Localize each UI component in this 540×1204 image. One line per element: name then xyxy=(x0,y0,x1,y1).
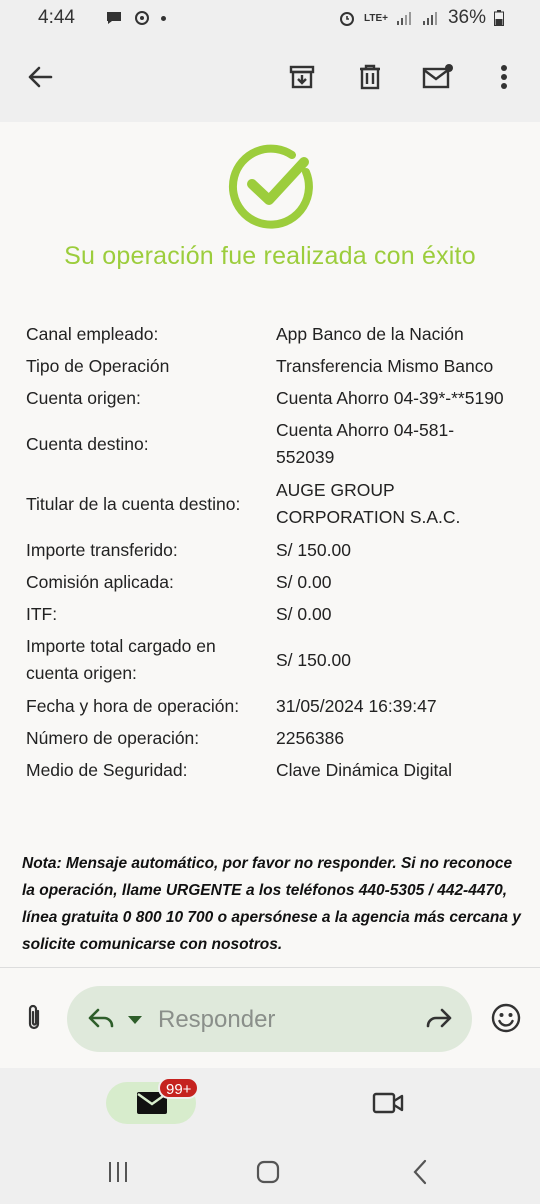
delete-button[interactable] xyxy=(348,55,392,99)
detail-value: S/ 0.00 xyxy=(276,571,332,592)
email-toolbar xyxy=(0,36,540,122)
detail-label: Importe transferido: xyxy=(26,539,178,560)
emoji-button[interactable] xyxy=(486,996,526,1040)
home-icon xyxy=(256,1160,280,1184)
detail-label: Cuenta destino: xyxy=(26,433,149,454)
signal-icon xyxy=(396,12,411,25)
detail-row: Titular de la cuenta destino: AUGE GROUP… xyxy=(26,474,526,534)
auto-message-note: Nota: Mensaje automático, por favor no r… xyxy=(22,855,521,953)
network-type: LTE+ xyxy=(363,12,388,24)
detail-row: Comisión aplicada: S/ 0.00 xyxy=(26,566,526,598)
detail-value: 2256386 xyxy=(276,727,345,748)
more-vert-icon xyxy=(501,65,507,89)
detail-label: Fecha y hora de operación: xyxy=(26,695,240,716)
detail-value: S/ 150.00 xyxy=(276,649,351,670)
detail-label: ITF: xyxy=(26,603,58,624)
email-body: Su operación fue realizada con éxito Can… xyxy=(0,122,540,968)
detail-row: Tipo de Operación Transferencia Mismo Ba… xyxy=(26,350,526,382)
detail-label: Comisión aplicada: xyxy=(26,571,174,592)
more-options-button[interactable] xyxy=(482,55,526,99)
status-bar: 4:44 LTE+ 36% xyxy=(0,0,540,36)
detail-row: Número de operación: 2256386 xyxy=(26,722,526,754)
detail-value: App Banco de la Nación xyxy=(276,323,464,344)
detail-label: Cuenta origen: xyxy=(26,387,141,408)
video-camera-icon xyxy=(372,1092,404,1114)
system-nav xyxy=(0,1138,540,1204)
mail-unread-icon xyxy=(422,64,453,89)
detail-value: Clave Dinámica Digital xyxy=(276,759,453,780)
detail-label: Medio de Seguridad: xyxy=(26,759,188,780)
status-right: LTE+ 36% xyxy=(338,7,504,29)
recents-icon xyxy=(109,1162,127,1182)
detail-row: Fecha y hora de operación: 31/05/2024 16… xyxy=(26,690,526,722)
emoji-icon xyxy=(491,1003,521,1033)
detail-label: Tipo de Operación xyxy=(26,355,170,376)
reply-bar: Responder xyxy=(0,968,540,1068)
more-notifications-dot xyxy=(160,15,166,21)
back-nav-button[interactable] xyxy=(398,1150,442,1194)
detail-label: Titular de la cuenta destino: xyxy=(26,493,241,514)
reply-placeholder: Responder xyxy=(158,1006,276,1033)
detail-row: Medio de Seguridad: Clave Dinámica Digit… xyxy=(26,754,526,786)
battery-percent: 36% xyxy=(447,7,486,28)
detail-value: Transferencia Mismo Banco xyxy=(276,355,494,376)
status-time: 4:44 xyxy=(38,7,75,28)
detail-row: Cuenta destino: Cuenta Ahorro 04-581-552… xyxy=(26,414,526,474)
detail-value: Cuenta Ahorro 04-39*-**5190 xyxy=(276,387,504,408)
detail-value: AUGE GROUP CORPORATION S.A.C. xyxy=(276,480,461,527)
archive-button[interactable] xyxy=(280,55,324,99)
reply-icon xyxy=(88,1008,114,1028)
unread-badge: 99+ xyxy=(158,1077,200,1099)
detail-label: Número de operación: xyxy=(26,727,200,748)
sync-icon xyxy=(134,11,149,25)
detail-row: Importe transferido: S/ 150.00 xyxy=(26,534,526,566)
signal-icon-2 xyxy=(422,12,437,25)
forward-icon[interactable] xyxy=(425,1006,453,1030)
paperclip-icon xyxy=(28,1004,40,1030)
detail-value: 31/05/2024 16:39:47 xyxy=(276,695,437,716)
bottom-nav: 99+ xyxy=(0,1068,540,1138)
detail-row: Canal empleado: App Banco de la Nación xyxy=(26,318,526,350)
alarm-icon xyxy=(339,12,354,26)
meet-tab[interactable] xyxy=(366,1082,410,1124)
archive-icon xyxy=(289,65,315,89)
reply-field[interactable]: Responder xyxy=(67,986,472,1052)
success-check-icon xyxy=(228,142,318,232)
recents-button[interactable] xyxy=(96,1152,140,1192)
chevron-down-icon[interactable] xyxy=(127,1015,143,1025)
chat-bubble-icon xyxy=(106,12,121,24)
detail-row: ITF: S/ 0.00 xyxy=(26,598,526,630)
operation-details: Canal empleado: App Banco de la Nación T… xyxy=(26,318,526,786)
success-title: Su operación fue realizada con éxito xyxy=(64,242,476,270)
battery-icon xyxy=(494,10,504,26)
detail-label: Importe total cargado en cuenta origen: xyxy=(26,636,216,683)
detail-value: S/ 150.00 xyxy=(276,539,351,560)
back-button[interactable] xyxy=(18,55,62,99)
back-chevron-icon xyxy=(413,1159,427,1185)
home-button[interactable] xyxy=(246,1150,290,1194)
mark-unread-button[interactable] xyxy=(416,55,460,99)
detail-value: Cuenta Ahorro 04-581-552039 xyxy=(276,420,455,467)
detail-row: Importe total cargado en cuenta origen: … xyxy=(26,630,526,690)
detail-row: Cuenta origen: Cuenta Ahorro 04-39*-**51… xyxy=(26,382,526,414)
detail-value: S/ 0.00 xyxy=(276,603,332,624)
detail-label: Canal empleado: xyxy=(26,323,159,344)
attach-button[interactable] xyxy=(14,996,54,1040)
notification-icons xyxy=(105,9,166,27)
trash-icon xyxy=(360,64,380,90)
arrow-left-icon xyxy=(28,66,53,88)
